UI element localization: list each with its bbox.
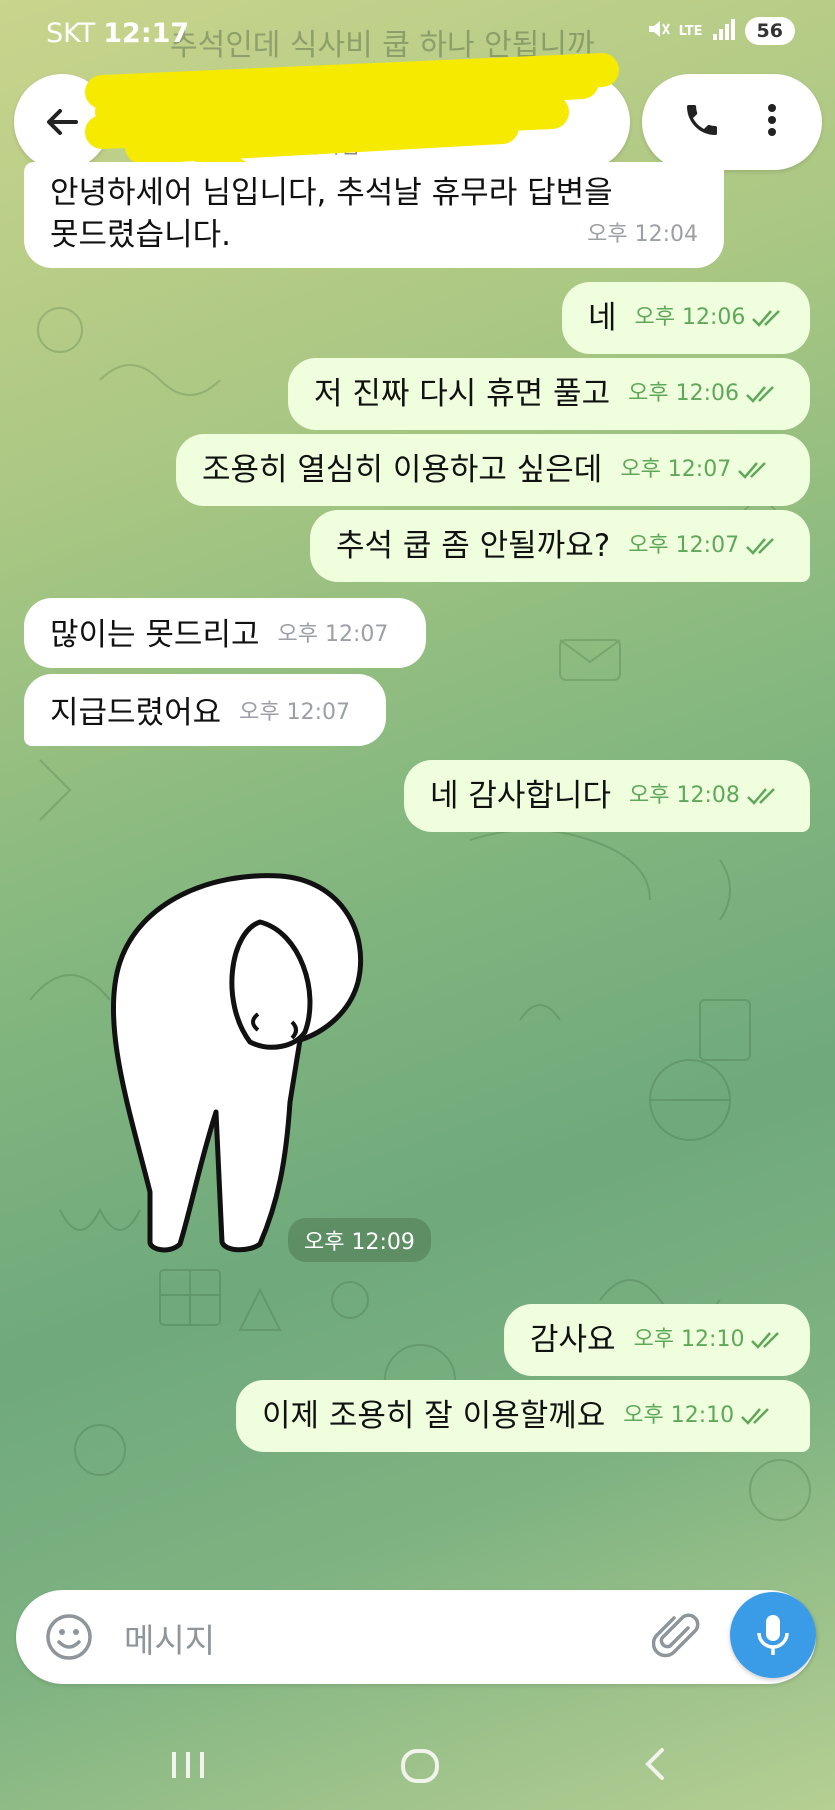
recent-apps-icon bbox=[172, 1752, 204, 1778]
battery-indicator: 56 bbox=[744, 17, 795, 45]
message-bubble-incoming[interactable]: 안녕하세어 님입니다, 추석날 휴무라 답변을 못드렸습니다. 오후 12:04 bbox=[24, 162, 724, 268]
paperclip-icon bbox=[651, 1613, 700, 1658]
message-time: 오후 12:06 bbox=[628, 373, 779, 415]
message-input[interactable]: 메시지 bbox=[124, 1614, 215, 1662]
more-button[interactable] bbox=[762, 100, 782, 144]
message-time: 오후 12:07 bbox=[628, 525, 779, 567]
carrier-time: SKT 12:17 bbox=[46, 18, 189, 49]
message-text: 저 진짜 다시 휴면 풀고 bbox=[314, 376, 611, 412]
carrier-label: SKT bbox=[46, 18, 96, 49]
chat-subtitle: 접속함 bbox=[300, 134, 361, 159]
read-check-icon bbox=[746, 386, 774, 403]
read-check-icon bbox=[741, 1408, 770, 1425]
message-text: 이제 조용히 잘 이용할께요 bbox=[262, 1398, 606, 1434]
message-bubble-outgoing[interactable]: 저 진짜 다시 휴면 풀고 오후 12:06 bbox=[288, 358, 810, 430]
message-bubble-outgoing[interactable]: 네 감사합니다 오후 12:08 bbox=[404, 760, 810, 832]
clock: 12:17 bbox=[103, 18, 190, 49]
message-time: 오후 12:07 bbox=[620, 449, 771, 491]
header-actions bbox=[642, 74, 822, 170]
time-label: 오후 12:07 bbox=[628, 533, 740, 558]
message-time: 오후 12:10 bbox=[634, 1319, 785, 1361]
attach-button[interactable] bbox=[651, 1612, 702, 1666]
recent-apps-button[interactable] bbox=[168, 1744, 208, 1788]
microphone-icon bbox=[757, 1615, 789, 1655]
message-time: 오후 12:08 bbox=[629, 775, 780, 817]
message-text-line2: 못드렸습니다. bbox=[50, 217, 231, 253]
message-text: 안녕하세어 님입니다, 추석날 휴무라 답변을 bbox=[50, 175, 613, 211]
message-bubble-outgoing[interactable]: 조용히 열심히 이용하고 싶은데 오후 12:07 bbox=[176, 434, 810, 506]
emoji-button[interactable] bbox=[44, 1612, 94, 1666]
system-back-button[interactable] bbox=[636, 1744, 676, 1788]
status-icons: LTE 56 bbox=[645, 16, 795, 46]
message-time: 오후 12:06 bbox=[635, 297, 786, 339]
voice-record-button[interactable] bbox=[730, 1592, 816, 1678]
back-arrow-icon bbox=[47, 109, 78, 135]
call-button[interactable] bbox=[682, 100, 722, 144]
mute-icon bbox=[645, 16, 671, 46]
message-text: 지급드렸어요 bbox=[50, 695, 222, 731]
message-bubble-incoming[interactable]: 많이는 못드리고 오후 12:07 bbox=[24, 598, 426, 668]
message-bubble-outgoing[interactable]: 감사요 오후 12:10 bbox=[504, 1304, 810, 1376]
back-button[interactable] bbox=[14, 74, 110, 170]
home-button[interactable] bbox=[398, 1744, 442, 1792]
message-time: 오후 12:07 bbox=[277, 622, 389, 647]
sticker-time: 오후 12:09 bbox=[288, 1218, 431, 1262]
notification-preview: 추석인데 식사비 쿱 하나 안됩니까 bbox=[170, 28, 595, 63]
time-label: 오후 12:10 bbox=[633, 1327, 745, 1352]
message-text: 많이는 못드리고 bbox=[50, 617, 260, 653]
status-bar: 추석인데 식사비 쿱 하나 안됩니까 SKT 12:17 LTE 56 bbox=[0, 0, 835, 70]
time-label: 오후 12:07 bbox=[620, 457, 732, 482]
message-bubble-outgoing[interactable]: 이제 조용히 잘 이용할께요 오후 12:10 bbox=[236, 1380, 810, 1452]
time-label: 오후 12:08 bbox=[628, 783, 740, 808]
read-check-icon bbox=[738, 462, 767, 479]
message-text: 네 bbox=[588, 300, 617, 336]
time-label: 오후 12:10 bbox=[623, 1403, 735, 1428]
message-text: 네 감사합니다 bbox=[430, 778, 611, 814]
nav-back-icon bbox=[645, 1748, 664, 1780]
read-check-icon bbox=[746, 538, 774, 555]
message-composer: 메시지 bbox=[16, 1590, 816, 1684]
read-check-icon bbox=[746, 788, 775, 805]
message-time: 오후 12:04 bbox=[587, 222, 698, 247]
message-bubble-outgoing[interactable]: 네 오후 12:06 bbox=[562, 282, 810, 354]
time-label: 오후 12:06 bbox=[634, 305, 746, 330]
emoji-icon bbox=[46, 1614, 92, 1660]
network-label: LTE bbox=[678, 23, 703, 39]
bowing-character-sticker[interactable] bbox=[110, 862, 370, 1262]
message-bubble-incoming[interactable]: 지급드렸어요 오후 12:07 bbox=[24, 674, 386, 746]
message-text: 감사요 bbox=[530, 1322, 616, 1358]
read-check-icon bbox=[751, 1332, 780, 1349]
home-icon bbox=[401, 1749, 439, 1783]
read-check-icon bbox=[752, 310, 781, 327]
chat-title[interactable]: 접속함 bbox=[125, 74, 630, 170]
message-bubble-outgoing[interactable]: 추석 쿱 좀 안될까요? 오후 12:07 bbox=[310, 510, 810, 582]
phone-icon bbox=[687, 105, 717, 135]
message-time: 오후 12:07 bbox=[239, 700, 350, 725]
navigation-bar bbox=[0, 1730, 835, 1810]
message-time: 오후 12:10 bbox=[623, 1395, 774, 1437]
more-vertical-icon bbox=[768, 104, 776, 136]
message-text: 추석 쿱 좀 안될까요? bbox=[336, 528, 611, 564]
time-label: 오후 12:06 bbox=[628, 381, 739, 406]
signal-icon bbox=[711, 16, 737, 46]
message-text: 조용히 열심히 이용하고 싶은데 bbox=[202, 452, 603, 488]
